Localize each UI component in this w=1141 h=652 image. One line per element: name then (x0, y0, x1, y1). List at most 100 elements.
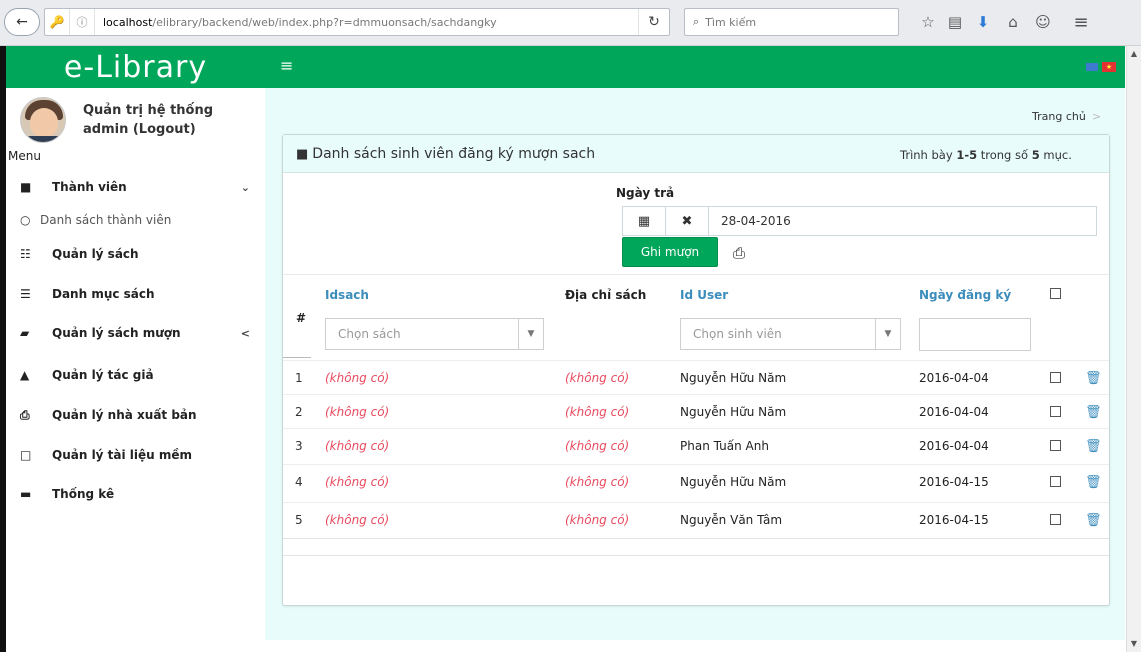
app-logo[interactable]: e-Library (6, 46, 265, 88)
table-row: 5 (không có) (không có) Nguyễn Văn Tâm 2… (283, 502, 1109, 536)
row-index: 1 (295, 371, 303, 385)
sidebar-item-publishers[interactable]: ⎙ Quản lý nhà xuất bản (20, 404, 250, 426)
row-address: (không có) (565, 371, 630, 385)
list-icon: ☷ (20, 247, 31, 261)
chevron-down-icon: ▼ (875, 319, 900, 349)
row-idsach: (không có) (325, 513, 390, 527)
page-footer (265, 640, 1125, 652)
circle-icon: ○ (20, 213, 31, 227)
sidebar-item-borrowed-books[interactable]: ▰ Quản lý sách mượn < (20, 322, 250, 344)
row-checkbox[interactable] (1050, 514, 1061, 525)
column-header-regdate[interactable]: Ngày đăng ký (919, 288, 1011, 302)
breadcrumb: Trang chủ > (1032, 110, 1102, 123)
row-index: 5 (295, 513, 303, 527)
smiley-icon[interactable]: ☺ (1032, 11, 1054, 33)
row-address: (không có) (565, 405, 630, 419)
star-icon[interactable]: ☆ (917, 11, 939, 33)
row-user: Nguyễn Hữu Năm (680, 475, 787, 489)
flag-vn-icon[interactable]: ★ (1102, 62, 1116, 72)
back-button[interactable]: ← (4, 8, 40, 36)
key-icon: 🔑 (45, 9, 70, 35)
panel-footer-divider (283, 555, 1109, 556)
regdate-filter-input[interactable] (919, 318, 1031, 351)
trash-icon[interactable]: 🗑 (1085, 465, 1102, 499)
top-navbar (265, 46, 1125, 88)
browser-search-input[interactable]: ⌕ Tìm kiếm (684, 8, 899, 36)
trash-icon[interactable]: 🗑 (1085, 395, 1102, 429)
info-icon[interactable]: ⓘ (70, 9, 95, 35)
scroll-down-icon[interactable]: ▼ (1129, 638, 1139, 648)
table-row: 3 (không có) (không có) Phan Tuấn Anh 20… (283, 428, 1109, 462)
column-header-iduser[interactable]: Id User (680, 288, 728, 302)
return-date-picker: ▦ ✖ 28-04-2016 (622, 206, 1097, 236)
sidebar-item-authors[interactable]: ▲ Quản lý tác giả (20, 364, 250, 386)
column-header-address: Địa chỉ sách (565, 288, 647, 302)
sidebar-item-manage-books[interactable]: ☷ Quản lý sách (20, 243, 250, 265)
reload-icon[interactable]: ↻ (638, 9, 669, 35)
reading-list-icon[interactable]: ▤ (944, 11, 966, 33)
trash-icon[interactable]: 🗑 (1085, 361, 1102, 395)
row-idsach: (không có) (325, 475, 390, 489)
table-top-divider (283, 274, 1109, 275)
sidebar-item-member-list[interactable]: ○ Danh sách thành viên (20, 209, 250, 231)
flag-en-icon[interactable] (1086, 63, 1098, 71)
trash-icon[interactable]: 🗑 (1085, 503, 1102, 537)
row-index: 3 (295, 439, 303, 453)
table-row: 4 (không có) (không có) Nguyễn Hữu Năm 2… (283, 464, 1109, 498)
scroll-up-icon[interactable]: ▲ (1129, 48, 1139, 58)
table-icon: ▬ (20, 487, 32, 501)
return-date-input[interactable]: 28-04-2016 (709, 207, 1096, 235)
table-row: 2 (không có) (không có) Nguyễn Hữu Năm 2… (283, 394, 1109, 428)
chevron-down-icon: ▼ (518, 319, 543, 349)
address-bar[interactable]: 🔑 ⓘ localhost/elibrary/backend/web/index… (44, 8, 670, 36)
row-date: 2016-04-04 (919, 439, 989, 453)
sidebar-item-soft-documents[interactable]: □ Quản lý tài liệu mềm (20, 444, 250, 466)
table-row: 1 (không có) (không có) Nguyễn Hữu Năm 2… (283, 360, 1109, 394)
chevron-left-icon: < (240, 326, 250, 340)
url-text: localhost/elibrary/backend/web/index.php… (103, 15, 497, 29)
row-idsach: (không có) (325, 439, 390, 453)
return-date-label: Ngày trả (616, 186, 675, 200)
clear-icon[interactable]: ✖ (666, 207, 709, 235)
breadcrumb-home-link[interactable]: Trang chủ (1032, 110, 1086, 123)
download-icon[interactable]: ⬇ (972, 11, 994, 33)
row-address: (không có) (565, 439, 630, 453)
row-date: 2016-04-04 (919, 405, 989, 419)
sidebar-item-book-categories[interactable]: ☰ Danh mục sách (20, 283, 250, 305)
sidebar-toggle-icon[interactable]: ≡ (280, 56, 293, 75)
row-checkbox[interactable] (1050, 476, 1061, 487)
row-checkbox[interactable] (1050, 372, 1061, 383)
search-icon: ⌕ (693, 15, 700, 28)
row-user: Phan Tuấn Anh (680, 439, 769, 453)
student-filter-select[interactable]: Chọn sinh viên ▼ (680, 318, 901, 350)
row-user: Nguyễn Hữu Năm (680, 371, 787, 385)
print-icon[interactable]: ⎙ (733, 244, 745, 262)
print-icon: ⎙ (20, 407, 30, 422)
user-secret-icon: ▲ (20, 368, 30, 382)
borrow-save-button[interactable]: Ghi mượn (622, 237, 718, 267)
row-idsach: (không có) (325, 405, 390, 419)
panel-title: ■ Danh sách sinh viên đăng ký mượn sach (296, 146, 596, 162)
user-name: Quản trị hệ thống (83, 103, 214, 118)
sidebar-item-statistics[interactable]: ▬ Thống kê (20, 483, 250, 505)
vertical-scrollbar[interactable]: ▲ ▼ (1126, 46, 1141, 652)
row-checkbox[interactable] (1050, 406, 1061, 417)
trash-icon[interactable]: 🗑 (1085, 429, 1102, 463)
panel-summary: Trình bày 1-5 trong số 5 mục. (900, 148, 1072, 162)
home-icon[interactable]: ⌂ (1002, 11, 1024, 33)
row-date: 2016-04-15 (919, 475, 989, 489)
row-user: Nguyễn Văn Tâm (680, 513, 783, 527)
row-checkbox[interactable] (1050, 440, 1061, 451)
row-address: (không có) (565, 475, 630, 489)
filter-row-divider (283, 357, 311, 358)
menu-header: Menu (8, 149, 41, 163)
logout-link[interactable]: admin (Logout) (83, 122, 196, 137)
column-header-idsach[interactable]: Idsach (325, 288, 369, 302)
hamburger-menu-icon[interactable]: ≡ (1070, 11, 1092, 33)
row-index: 4 (295, 475, 303, 489)
sidebar-item-members[interactable]: ■ Thành viên ⌄ (20, 176, 250, 198)
calendar-icon[interactable]: ▦ (623, 207, 666, 235)
book-filter-select[interactable]: Chọn sách ▼ (325, 318, 544, 350)
file-pdf-icon: □ (20, 448, 32, 462)
select-all-checkbox[interactable] (1050, 288, 1061, 299)
